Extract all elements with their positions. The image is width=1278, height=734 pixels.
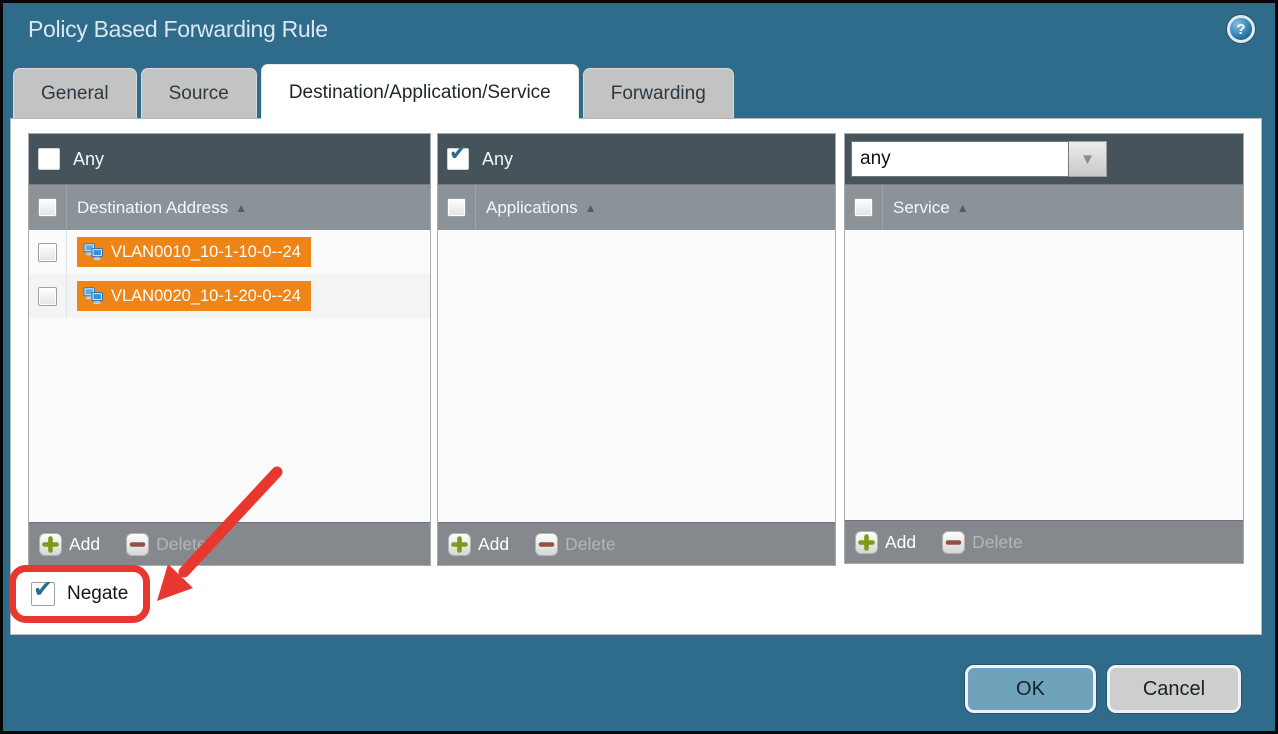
minus-icon [126,533,149,556]
negate-control: ✔ Negate [31,582,128,606]
plus-icon [39,533,62,556]
delete-label: Delete [972,532,1023,553]
service-delete-button[interactable]: Delete [942,531,1023,554]
service-dropdown: any ▼ [851,141,1107,177]
plus-icon [855,531,878,554]
destination-footer: Add Delete [29,522,430,565]
destination-selectall-checkbox[interactable] [38,198,57,217]
address-object-chip: VLAN0020_10-1-20-0--24 [77,281,311,311]
help-icon[interactable]: ? [1227,15,1255,43]
destination-row-vlan0020[interactable]: VLAN0020_10-1-20-0--24 [29,274,430,318]
service-dropdown-input[interactable]: any [851,141,1069,177]
applications-selectall-checkbox[interactable] [447,198,466,217]
destination-add-button[interactable]: Add [39,533,100,556]
row-checkbox[interactable] [38,287,57,306]
minus-icon [942,531,965,554]
minus-icon [535,533,558,556]
tab-general-label: General [41,83,109,105]
delete-label: Delete [156,534,207,555]
add-label: Add [478,534,509,555]
applications-footer: Add Delete [438,522,835,565]
applications-header-sort[interactable]: Applications ▲ [486,198,597,218]
applications-any-label: Any [482,149,513,170]
delete-label: Delete [565,534,616,555]
applications-any-bar: ✔ Any [438,134,835,184]
destination-any-bar: Any [29,134,430,184]
applications-column-header: Applications ▲ [438,184,835,230]
chevron-down-icon: ▼ [1080,152,1095,167]
tab-forwarding-label: Forwarding [611,83,706,105]
destination-header-sort[interactable]: Destination Address ▲ [77,198,247,218]
tab-das-label: Destination/Application/Service [289,82,551,104]
applications-list [438,230,835,522]
sort-asc-icon: ▲ [585,202,597,214]
address-object-name: VLAN0010_10-1-10-0--24 [111,243,301,262]
help-glyph: ? [1236,21,1245,38]
row-checkbox[interactable] [38,243,57,262]
service-header-sort[interactable]: Service ▲ [893,198,969,218]
negate-label: Negate [67,583,128,605]
tab-general[interactable]: General [13,68,137,118]
cancel-button[interactable]: Cancel [1107,665,1241,713]
dialog-title: Policy Based Forwarding Rule [28,16,328,43]
negate-checkbox[interactable]: ✔ [31,582,55,606]
sort-asc-icon: ▲ [957,202,969,214]
service-list [845,230,1243,520]
ok-label: OK [1016,678,1045,701]
applications-any-checkbox[interactable]: ✔ [447,148,469,170]
tab-forwarding[interactable]: Forwarding [583,68,734,118]
destination-list: VLAN0010_10-1-10-0--24 [29,230,430,522]
destination-header-label: Destination Address [77,198,228,218]
destination-delete-button[interactable]: Delete [126,533,207,556]
applications-delete-button[interactable]: Delete [535,533,616,556]
add-label: Add [69,534,100,555]
add-label: Add [885,532,916,553]
plus-icon [448,533,471,556]
service-column: any ▼ Service ▲ Add [844,133,1244,564]
destination-row-vlan0010[interactable]: VLAN0010_10-1-10-0--24 [29,230,430,274]
tab-destination-application-service[interactable]: Destination/Application/Service [261,64,579,121]
tab-bar: General Source Destination/Application/S… [13,65,734,118]
applications-add-button[interactable]: Add [448,533,509,556]
tab-source-label: Source [169,83,229,105]
destination-address-column: Any Destination Address ▲ [28,133,431,566]
tab-content-panel: Any Destination Address ▲ [10,118,1262,635]
pbf-rule-dialog: Policy Based Forwarding Rule ? General S… [0,0,1278,734]
service-dropdown-bar: any ▼ [845,134,1243,184]
address-object-name: VLAN0020_10-1-20-0--24 [111,287,301,306]
sort-asc-icon: ▲ [235,202,247,214]
destination-any-checkbox[interactable] [38,148,60,170]
service-add-button[interactable]: Add [855,531,916,554]
destination-column-header: Destination Address ▲ [29,184,430,230]
address-object-icon [83,287,104,305]
ok-button[interactable]: OK [965,665,1096,713]
service-selectall-checkbox[interactable] [854,198,873,217]
checkmark-icon: ✔ [33,577,53,601]
applications-header-label: Applications [486,198,578,218]
service-dropdown-button[interactable]: ▼ [1069,141,1107,177]
applications-column: ✔ Any Applications ▲ Add [437,133,836,566]
tab-source[interactable]: Source [141,68,257,118]
checkmark-icon: ✔ [449,143,467,165]
address-object-icon [83,243,104,261]
service-footer: Add Delete [845,520,1243,563]
destination-any-label: Any [73,149,104,170]
address-object-chip: VLAN0010_10-1-10-0--24 [77,237,311,267]
cancel-label: Cancel [1143,678,1205,701]
service-column-header: Service ▲ [845,184,1243,230]
service-header-label: Service [893,198,950,218]
